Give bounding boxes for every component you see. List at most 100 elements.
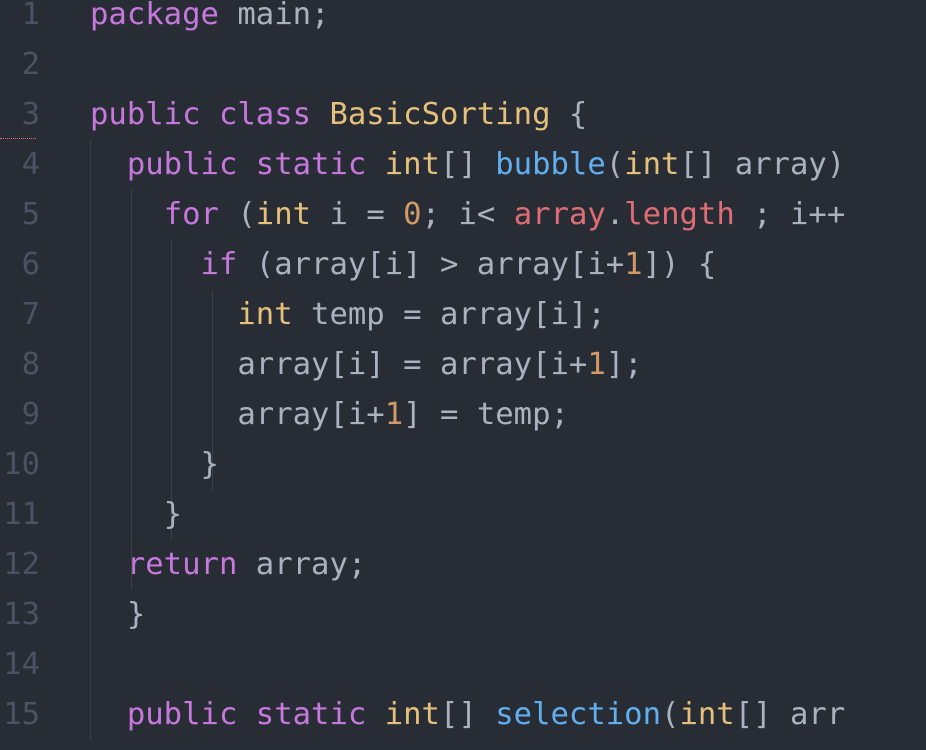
code-token: 0 xyxy=(403,197,422,232)
code-token: ]) { xyxy=(642,247,717,282)
code-token: [] xyxy=(439,697,496,732)
line-number: 2 xyxy=(21,47,40,82)
code-token: public xyxy=(90,97,201,132)
line-number: 9 xyxy=(21,397,40,432)
code-line[interactable]: 9 array[i+1] = temp; xyxy=(0,390,926,440)
code-line[interactable]: 11 } xyxy=(0,490,926,540)
code-token: . xyxy=(605,197,625,232)
code-token: ]; xyxy=(605,347,643,382)
code-token: { xyxy=(550,97,588,132)
code-line[interactable]: 5 for (int i = 0; i< array.length ; i++ xyxy=(0,190,926,240)
line-code: } xyxy=(90,590,145,640)
line-code: public static int[] selection(int[] arr xyxy=(90,690,845,740)
line-code: array[i] = array[i+1]; xyxy=(90,340,643,390)
code-line[interactable]: 13 } xyxy=(0,590,926,640)
code-token: int xyxy=(384,147,440,182)
code-line[interactable]: 8 array[i] = array[i+1]; xyxy=(0,340,926,390)
code-editor[interactable]: 1 package main; 2 3 public class BasicSortin… xyxy=(0,0,926,750)
code-token: array; xyxy=(237,547,367,582)
line-number: 11 xyxy=(3,497,40,532)
code-token: int xyxy=(679,697,735,732)
code-token: ( xyxy=(605,147,625,182)
code-token: } xyxy=(90,597,146,632)
line-number: 3 xyxy=(21,97,40,132)
code-token: int xyxy=(624,147,680,182)
code-line[interactable]: 10 } xyxy=(0,440,926,490)
line-code: array[i+1] = temp; xyxy=(90,390,569,440)
code-token: 1 xyxy=(624,247,643,282)
line-number: 12 xyxy=(3,547,40,582)
line-number: 8 xyxy=(21,347,40,382)
line-code: public class BasicSorting { xyxy=(90,90,587,140)
code-token: static xyxy=(255,697,367,732)
code-token: public xyxy=(126,697,238,732)
line-number: 7 xyxy=(21,297,40,332)
code-token: return xyxy=(126,547,238,582)
code-token: } xyxy=(90,447,219,482)
code-token: length xyxy=(624,197,735,232)
code-token: 1 xyxy=(587,347,606,382)
code-token: array[i+ xyxy=(90,397,385,432)
code-token: int xyxy=(237,297,293,332)
line-code: } xyxy=(90,440,219,490)
code-line[interactable]: 1 package main; xyxy=(0,0,926,40)
code-token: ; i++ xyxy=(734,197,846,232)
line-number: 13 xyxy=(3,597,40,632)
line-number: 15 xyxy=(3,697,40,732)
code-token: 1 xyxy=(384,397,404,432)
code-token: [] xyxy=(439,147,496,182)
line-number: 10 xyxy=(3,447,40,482)
code-token: int xyxy=(255,197,312,232)
line-number: 4 xyxy=(21,147,40,182)
code-line[interactable]: 2 xyxy=(0,40,926,90)
line-number: 14 xyxy=(3,647,40,682)
code-token: bubble xyxy=(495,147,606,182)
code-token: (array[i] > array[i+ xyxy=(237,247,625,282)
code-line[interactable]: 4 public static int[] bubble(int[] array… xyxy=(0,140,926,190)
code-token: array[i] = array[i+ xyxy=(90,347,588,382)
code-token: [] array) xyxy=(679,147,846,182)
line-code: for (int i = 0; i< array.length ; i++ xyxy=(90,190,846,240)
line-number: 6 xyxy=(21,247,40,282)
code-token: } xyxy=(90,497,183,532)
line-number: 5 xyxy=(21,197,40,232)
line-code: } xyxy=(90,490,182,540)
code-line[interactable]: 3 public class BasicSorting { xyxy=(0,90,926,140)
code-token: class xyxy=(218,97,312,132)
code-token: public xyxy=(126,147,238,182)
code-token: ; i< xyxy=(421,197,514,232)
code-token: temp = array[i]; xyxy=(292,297,606,332)
code-line[interactable]: 15 public static int[] selection(int[] a… xyxy=(0,690,926,740)
code-token: package xyxy=(90,0,219,32)
code-token: BasicSorting xyxy=(329,97,551,132)
code-token: main; xyxy=(218,0,330,32)
line-code: public static int[] bubble(int[] array) xyxy=(90,140,845,190)
line-number: 1 xyxy=(21,0,40,32)
code-token: int xyxy=(384,697,440,732)
code-line[interactable]: 6 if (array[i] > array[i+1]) { xyxy=(0,240,926,290)
code-token: for xyxy=(163,197,219,232)
code-token: static xyxy=(255,147,367,182)
line-code: if (array[i] > array[i+1]) { xyxy=(90,240,717,290)
line-code: int temp = array[i]; xyxy=(90,290,606,340)
code-token: if xyxy=(200,247,238,282)
code-line[interactable]: 14 xyxy=(0,640,926,690)
code-token: ( xyxy=(218,197,256,232)
code-token: ( xyxy=(661,697,680,732)
line-code: return array; xyxy=(90,540,366,590)
code-line[interactable]: 7 int temp = array[i]; xyxy=(0,290,926,340)
code-token: selection xyxy=(495,697,662,732)
code-line[interactable]: 12 return array; xyxy=(0,540,926,590)
code-token: ] = temp; xyxy=(403,397,569,432)
